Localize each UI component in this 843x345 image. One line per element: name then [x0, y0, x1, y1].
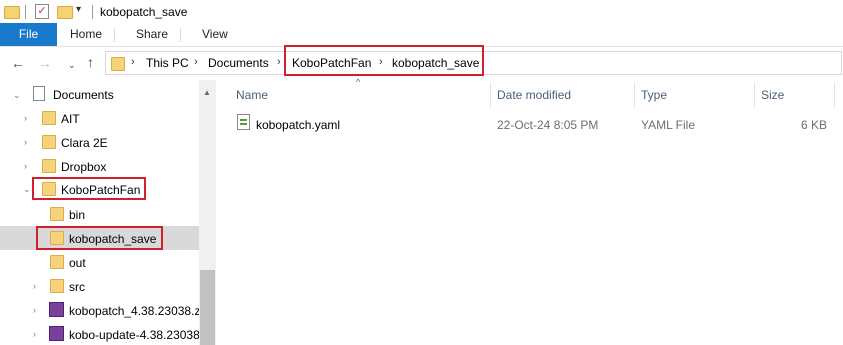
nav-item-bin[interactable]: bin: [69, 208, 85, 222]
scroll-up-icon[interactable]: ▲: [203, 88, 211, 97]
yaml-file-icon-mark: [240, 123, 247, 125]
nav-item-zip[interactable]: kobopatch_4.38.23038.zip: [69, 304, 199, 318]
tab-view[interactable]: View: [202, 23, 228, 46]
archive-icon: [49, 326, 64, 341]
chevron-down-icon[interactable]: ⌄: [13, 90, 21, 101]
new-folder-icon[interactable]: [57, 6, 73, 19]
column-header-date[interactable]: Date modified: [497, 88, 571, 102]
breadcrumb-this-pc[interactable]: This PC: [146, 56, 189, 70]
chevron-right-icon[interactable]: ›: [131, 56, 135, 68]
scrollbar-thumb[interactable]: [200, 270, 215, 345]
folder-icon: [50, 207, 64, 221]
tab-share[interactable]: Share: [136, 23, 168, 46]
divider: [180, 28, 181, 42]
chevron-down-icon[interactable]: ⌄: [23, 184, 31, 195]
chevron-right-icon[interactable]: ›: [33, 305, 36, 315]
folder-icon[interactable]: [4, 6, 20, 19]
forward-arrow-icon[interactable]: →: [38, 56, 52, 70]
back-arrow-icon[interactable]: ←: [11, 56, 25, 70]
chevron-right-icon[interactable]: ›: [24, 161, 27, 171]
folder-icon: [50, 279, 64, 293]
nav-item-kobo-update[interactable]: kobo-update-4.38.23038: [69, 328, 199, 342]
nav-item-documents[interactable]: Documents: [53, 88, 114, 102]
divider: [92, 5, 93, 19]
chevron-right-icon[interactable]: ›: [33, 329, 36, 339]
recent-locations-icon[interactable]: ⌄: [68, 58, 76, 72]
chevron-right-icon[interactable]: ›: [24, 137, 27, 147]
breadcrumb-kobopatch-save[interactable]: kobopatch_save: [392, 56, 479, 70]
tab-home[interactable]: Home: [70, 23, 102, 46]
folder-icon: [42, 182, 56, 196]
properties-icon[interactable]: ✓: [35, 4, 49, 19]
chevron-right-icon[interactable]: ›: [379, 56, 383, 68]
divider: [114, 28, 115, 42]
ribbon-bar: [0, 23, 843, 47]
nav-item-src[interactable]: src: [69, 280, 85, 294]
divider: [25, 5, 26, 19]
column-divider[interactable]: [634, 82, 635, 108]
column-divider[interactable]: [834, 82, 835, 108]
file-type: YAML File: [641, 118, 696, 132]
nav-item-dropbox[interactable]: Dropbox: [61, 160, 106, 174]
breadcrumb-kobopatchfan[interactable]: KoboPatchFan: [292, 56, 371, 70]
document-icon: [33, 86, 45, 101]
chevron-right-icon[interactable]: ›: [194, 56, 198, 68]
nav-item-out[interactable]: out: [69, 256, 86, 270]
nav-item-kobopatch-save[interactable]: kobopatch_save: [69, 232, 156, 246]
column-header-size[interactable]: Size: [761, 88, 784, 102]
tab-file[interactable]: File: [0, 23, 57, 46]
chevron-right-icon[interactable]: ›: [24, 113, 27, 123]
column-header-type[interactable]: Type: [641, 88, 667, 102]
folder-icon: [42, 159, 56, 173]
file-size: 6 KB: [800, 118, 827, 132]
up-arrow-icon[interactable]: ↑: [87, 55, 94, 69]
file-name[interactable]: kobopatch.yaml: [256, 118, 340, 132]
yaml-file-icon: [237, 114, 250, 130]
chevron-right-icon[interactable]: ›: [277, 56, 281, 68]
customize-toolbar-icon[interactable]: ▾: [76, 4, 81, 15]
column-header-name[interactable]: Name: [236, 88, 268, 102]
chevron-right-icon[interactable]: ›: [33, 281, 36, 291]
archive-icon: [49, 302, 64, 317]
folder-icon: [42, 111, 56, 125]
folder-icon: [50, 255, 64, 269]
column-divider[interactable]: [754, 82, 755, 108]
breadcrumb-documents[interactable]: Documents: [208, 56, 269, 70]
folder-icon: [111, 57, 125, 71]
nav-item-clara-2e[interactable]: Clara 2E: [61, 136, 108, 150]
folder-icon: [50, 231, 64, 245]
file-date: 22-Oct-24 8:05 PM: [497, 118, 599, 132]
nav-item-ait[interactable]: AIT: [61, 112, 80, 126]
column-divider[interactable]: [490, 82, 491, 108]
yaml-file-icon-mark: [240, 119, 247, 121]
sort-ascending-icon: ^: [356, 77, 361, 87]
window-title: kobopatch_save: [100, 5, 188, 19]
folder-icon: [42, 135, 56, 149]
nav-item-kobopatchfan[interactable]: KoboPatchFan: [61, 183, 140, 197]
